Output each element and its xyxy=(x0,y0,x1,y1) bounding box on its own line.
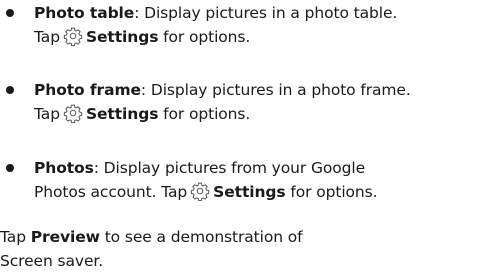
closing-text-cont: Screen saver. xyxy=(0,252,104,270)
item-title: Photos xyxy=(34,159,94,177)
tap-text: Tap xyxy=(0,228,26,246)
settings-label: Settings xyxy=(85,105,159,123)
settings-label: Settings xyxy=(213,183,286,201)
settings-label: Settings xyxy=(85,28,159,46)
item-title: Photo table xyxy=(34,4,135,22)
bullet-dot xyxy=(6,164,14,172)
closing-line-2: Screen saver. xyxy=(0,249,482,273)
item-description: : Display pictures in a photo table. xyxy=(134,4,398,22)
bullet-dot xyxy=(6,86,14,94)
settings-gear-icon xyxy=(63,103,83,123)
item-description: : Display pictures from your Google xyxy=(93,159,366,177)
settings-gear-icon xyxy=(63,26,83,46)
item-line-2: Tap Settings for options. xyxy=(34,25,482,49)
item-line-2: Tap Settings for options. xyxy=(34,102,482,126)
document-page: Photo table: Display pictures in a photo… xyxy=(0,0,482,273)
item-description-cont: Photos account. Tap xyxy=(34,183,188,201)
preview-paragraph: Tap Preview to see a demonstration of Sc… xyxy=(0,225,482,273)
list-item-text: Photos: Display pictures from your Googl… xyxy=(34,156,482,204)
item-line-1: Photo frame: Display pictures in a photo… xyxy=(34,78,482,102)
tap-text: Tap xyxy=(34,28,60,46)
settings-gear-icon xyxy=(190,181,210,201)
tap-text: Tap xyxy=(34,105,60,123)
item-line-1: Photos: Display pictures from your Googl… xyxy=(34,156,482,180)
item-description: : Display pictures in a photo frame. xyxy=(140,81,411,99)
list-item-text: Photo table: Display pictures in a photo… xyxy=(34,1,482,49)
item-title: Photo frame xyxy=(34,81,141,99)
list-item-text: Photo frame: Display pictures in a photo… xyxy=(34,78,482,126)
for-options-text: for options. xyxy=(290,183,378,201)
closing-text: to see a demonstration of xyxy=(104,228,303,246)
for-options-text: for options. xyxy=(163,28,251,46)
bullet-dot xyxy=(6,9,14,17)
closing-line-1: Tap Preview to see a demonstration of xyxy=(0,225,482,249)
for-options-text: for options. xyxy=(163,105,251,123)
item-line-1: Photo table: Display pictures in a photo… xyxy=(34,1,482,25)
preview-label: Preview xyxy=(30,228,100,246)
item-line-2: Photos account. Tap Settings for options. xyxy=(34,180,482,204)
